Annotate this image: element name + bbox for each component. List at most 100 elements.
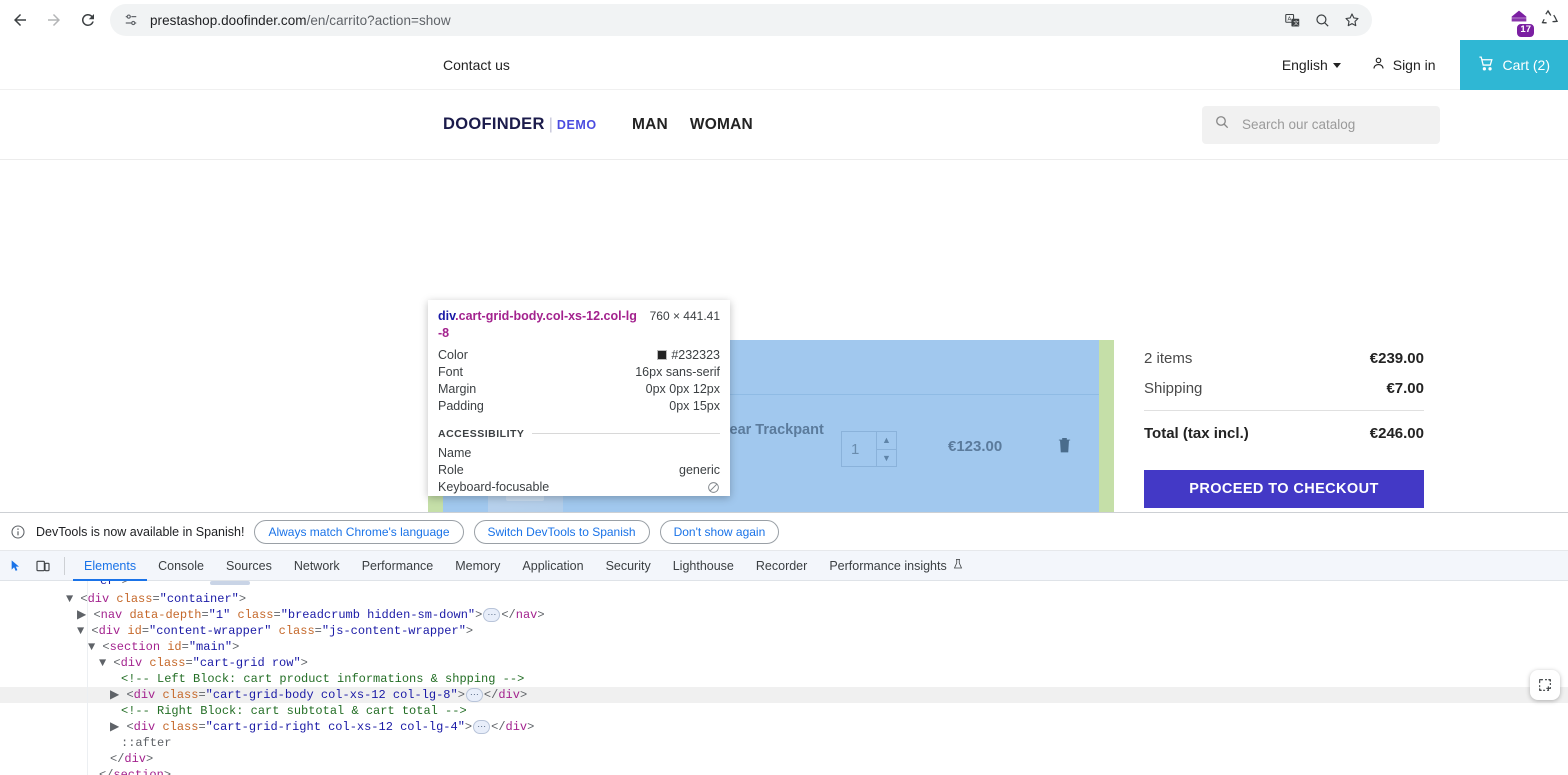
catalog-search[interactable]: [1202, 105, 1440, 144]
dom-node-line[interactable]: </div>: [0, 751, 1568, 767]
tune-icon[interactable]: [122, 11, 140, 29]
summary-total-row: Total (tax incl.) €246.00: [1144, 425, 1424, 442]
tab-performance-insights[interactable]: Performance insights: [818, 551, 974, 581]
site-navbar: DOOFINDER | DEMO MAN WOMAN: [0, 90, 1568, 160]
dom-node-line[interactable]: </section>: [0, 767, 1568, 775]
tab-console[interactable]: Console: [147, 551, 215, 581]
url-host: prestashop.doofinder.com: [150, 12, 307, 28]
tab-recorder[interactable]: Recorder: [745, 551, 818, 581]
back-button[interactable]: [4, 4, 36, 36]
dom-node-line[interactable]: <!-- Right Block: cart subtotal & cart t…: [0, 703, 1568, 719]
tooltip-tag-name: div: [438, 309, 456, 323]
summary-items-row: 2 items €239.00: [1144, 350, 1424, 367]
dom-node-line[interactable]: ▼ <div id="content-wrapper" class="js-co…: [0, 623, 1568, 639]
web-page: Contact us English Sign in Cart (2) DOOF…: [0, 40, 1568, 512]
a11y-value: generic: [679, 463, 720, 478]
a11y-key: Keyboard-focusable: [438, 480, 550, 495]
tooltip-class-names: .cart-grid-body.col-xs-12.col-lg-8: [438, 309, 637, 340]
dom-tree[interactable]: er"> ▼ <div class="container"> ▶ <nav dat…: [0, 581, 1568, 775]
quantity-decrement[interactable]: ▼: [877, 450, 896, 467]
inspect-element-icon[interactable]: [2, 553, 28, 579]
sign-in-link[interactable]: Sign in: [1371, 56, 1436, 74]
inspector-tooltip: div.cart-grid-body.col-xs-12.col-lg-8 76…: [428, 300, 730, 496]
tab-application[interactable]: Application: [511, 551, 594, 581]
summary-divider: [1144, 410, 1424, 411]
dom-node-line[interactable]: ▶ <nav data-depth="1" class="breadcrumb …: [0, 607, 1568, 623]
reload-button[interactable]: [72, 4, 104, 36]
trash-icon[interactable]: [1057, 436, 1072, 459]
language-selector[interactable]: English: [1282, 57, 1341, 73]
property-value-text: 0px 15px: [669, 399, 720, 414]
forward-button[interactable]: [38, 4, 70, 36]
dom-node-line[interactable]: ::after: [0, 735, 1568, 751]
tab-performance-insights-label: Performance insights: [829, 558, 947, 573]
summary-items-label: 2 items: [1144, 350, 1193, 367]
quantity-steps: ▲ ▼: [876, 432, 896, 466]
extension-icon[interactable]: 17: [1508, 7, 1535, 38]
proceed-to-checkout-button[interactable]: PROCEED TO CHECKOUT: [1144, 470, 1424, 508]
quantity-stepper[interactable]: 1 ▲ ▼: [841, 431, 897, 467]
flask-icon: [952, 558, 964, 573]
zoom-search-icon[interactable]: [1308, 6, 1336, 34]
a11y-row: Keyboard-focusable: [438, 479, 720, 496]
address-bar[interactable]: prestashop.doofinder.com/en/carrito?acti…: [110, 4, 1372, 36]
toolbar-divider: [64, 556, 65, 575]
sign-in-label: Sign in: [1392, 57, 1436, 73]
tooltip-property: Font 16px sans-serif: [438, 364, 720, 381]
tab-network[interactable]: Network: [283, 551, 351, 581]
recycle-icon[interactable]: [1540, 8, 1560, 33]
devtools-tabbar: Elements Console Sources Network Perform…: [0, 551, 1568, 581]
device-toolbar-icon[interactable]: [30, 553, 56, 579]
cart-button[interactable]: Cart (2): [1459, 40, 1568, 90]
scroll-indicator[interactable]: [210, 581, 250, 585]
tooltip-properties: Color #232323 Font 16px sans-serif Margi…: [438, 347, 720, 415]
summary-shipping-label: Shipping: [1144, 380, 1203, 397]
screen-root: prestashop.doofinder.com/en/carrito?acti…: [0, 0, 1568, 775]
accessibility-section-header: ACCESSIBILITY: [438, 428, 720, 440]
quantity-value[interactable]: 1: [842, 432, 876, 466]
person-icon: [1371, 56, 1386, 74]
translate-icon[interactable]: A 文: [1278, 6, 1306, 34]
dom-node-line[interactable]: ▼ <div class="container">: [0, 591, 1568, 607]
nav-item-woman[interactable]: WOMAN: [690, 116, 753, 134]
tab-security[interactable]: Security: [595, 551, 662, 581]
inspect-overlay-button[interactable]: [1530, 670, 1560, 700]
dom-node-line[interactable]: ▶ <div class="cart-grid-right col-xs-12 …: [0, 719, 1568, 735]
dom-gutter: [0, 581, 88, 775]
color-swatch: [657, 350, 668, 361]
property-key: Color: [438, 348, 468, 363]
tab-performance[interactable]: Performance: [351, 551, 445, 581]
bookmark-star-icon[interactable]: [1338, 6, 1366, 34]
nav-item-man[interactable]: MAN: [632, 116, 668, 134]
tab-sources[interactable]: Sources: [215, 551, 283, 581]
info-icon: [10, 524, 26, 540]
section-rule: [532, 433, 720, 435]
dom-node-line[interactable]: ▼ <section id="main">: [0, 639, 1568, 655]
tab-lighthouse[interactable]: Lighthouse: [662, 551, 745, 581]
url-text: prestashop.doofinder.com/en/carrito?acti…: [150, 13, 451, 28]
quantity-increment[interactable]: ▲: [877, 432, 896, 450]
contact-us-link[interactable]: Contact us: [443, 57, 510, 73]
switch-to-spanish-button[interactable]: Switch DevTools to Spanish: [473, 519, 650, 544]
accessibility-title: ACCESSIBILITY: [438, 427, 525, 440]
svg-text:A: A: [1287, 16, 1291, 22]
property-value: #232323: [657, 348, 720, 362]
tab-elements[interactable]: Elements: [73, 551, 147, 581]
tab-memory[interactable]: Memory: [444, 551, 511, 581]
browser-toolbar: prestashop.doofinder.com/en/carrito?acti…: [0, 0, 1568, 40]
dom-node-line[interactable]: <!-- Left Block: cart product informatio…: [0, 671, 1568, 687]
dom-lines-container: ▼ <div class="container"> ▶ <nav data-dep…: [0, 583, 1568, 775]
no-entry-icon: [707, 481, 720, 494]
always-match-language-button[interactable]: Always match Chrome's language: [254, 519, 464, 544]
dom-node-line[interactable]: ▼ <div class="cart-grid row">: [0, 655, 1568, 671]
dom-node-line[interactable]: ▶ <div class="cart-grid-body col-xs-12 c…: [0, 687, 1568, 703]
summary-items-value: €239.00: [1369, 350, 1424, 367]
site-logo[interactable]: DOOFINDER | DEMO: [443, 115, 597, 134]
search-input[interactable]: [1240, 116, 1428, 133]
cart-content: SHOPPING CART Adidas Sportwear Trackpant…: [0, 160, 1568, 512]
browser-nav-buttons: [0, 4, 104, 36]
language-label: English: [1281, 57, 1328, 73]
tooltip-property: Margin 0px 0px 12px: [438, 381, 720, 398]
cart-icon: [1478, 55, 1495, 75]
dont-show-again-button[interactable]: Don't show again: [659, 519, 780, 544]
